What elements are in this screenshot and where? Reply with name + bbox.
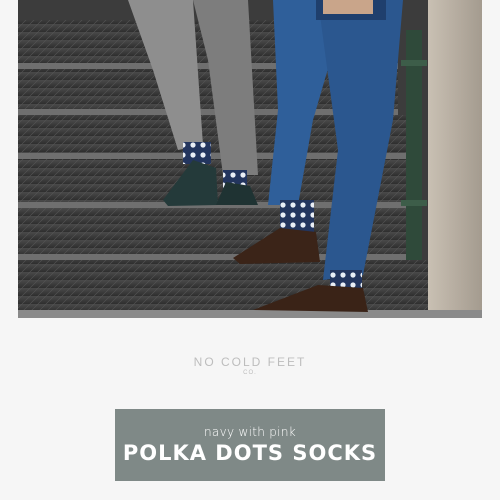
product-photo bbox=[18, 0, 482, 318]
product-banner: navy with pink POLKA DOTS SOCKS bbox=[115, 409, 385, 481]
brand-suffix: CO. bbox=[243, 370, 257, 376]
product-title: POLKA DOTS SOCKS bbox=[122, 441, 378, 465]
brand-name: NO COLD FEET bbox=[193, 355, 307, 369]
brand-logo: NO COLD FEET CO. bbox=[0, 355, 500, 376]
stone-wall bbox=[428, 0, 482, 310]
product-subtitle: navy with pink bbox=[204, 425, 296, 439]
product-photo-illustration bbox=[18, 0, 482, 318]
hand bbox=[323, 0, 373, 14]
